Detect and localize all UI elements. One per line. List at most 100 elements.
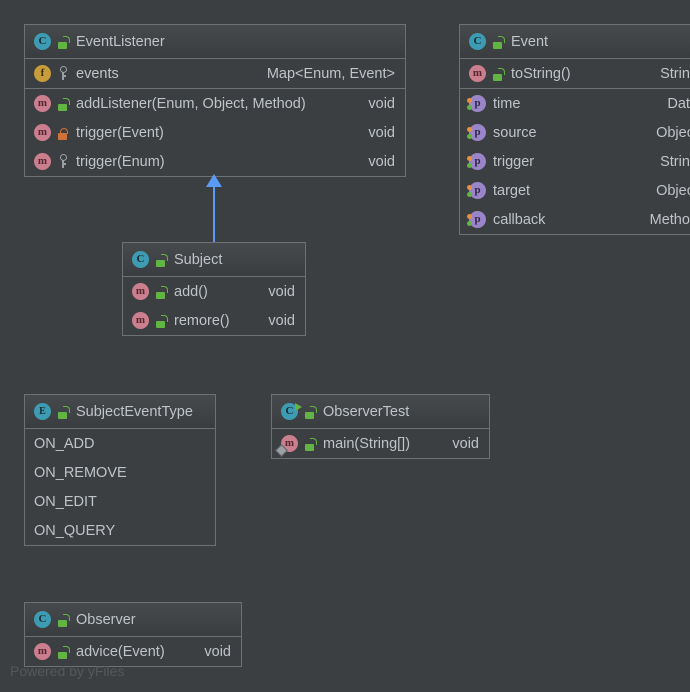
method-row-addlistener[interactable]: m addListener(Enum, Object, Method) void	[25, 89, 405, 118]
method-row-tostring[interactable]: m toString() String	[460, 59, 690, 88]
enum-constant-row[interactable]: ON_ADD	[25, 429, 215, 458]
method-icon: m	[132, 312, 149, 329]
field-icon: f	[34, 65, 51, 82]
method-name: add()	[174, 284, 208, 300]
class-box-subject[interactable]: C Subject m add() void m remore()	[122, 242, 306, 336]
field-type: Map<Enum, Event>	[253, 66, 395, 82]
fields-section-eventlistener: f events Map<Enum, Event>	[25, 59, 405, 88]
class-name-observer: Observer	[76, 612, 136, 628]
methods-section-eventlistener: m addListener(Enum, Object, Method) void…	[25, 88, 405, 176]
property-row-target[interactable]: p target Object	[460, 176, 690, 205]
class-header-eventlistener: C EventListener	[25, 25, 405, 59]
method-row-advice[interactable]: m advice(Event) void	[25, 637, 241, 666]
class-box-observer[interactable]: C Observer m advice(Event) void	[24, 602, 242, 667]
method-name: remore()	[174, 313, 230, 329]
method-return-type: void	[354, 154, 395, 170]
property-row-source[interactable]: p source Object	[460, 118, 690, 147]
yfiles-watermark: Powered by yFiles	[10, 663, 124, 679]
enum-box-subjecteventtype[interactable]: E SubjectEventType ON_ADD ON_REMOVE ON_E…	[24, 394, 216, 546]
method-return-type: void	[354, 125, 395, 141]
method-return-type: void	[438, 436, 479, 452]
method-return-type: void	[354, 96, 395, 112]
public-lock-icon	[155, 313, 167, 328]
enum-constant-row[interactable]: ON_EDIT	[25, 487, 215, 516]
properties-section-event: p time Date p source Object p trigger	[460, 88, 690, 234]
property-icon: p	[469, 124, 486, 141]
method-row-add[interactable]: m add() void	[123, 277, 305, 306]
property-type: Method	[636, 212, 690, 228]
method-name: trigger(Event)	[76, 125, 164, 141]
class-name-subject: Subject	[174, 252, 222, 268]
class-box-event[interactable]: C Event m toString() String p	[459, 24, 690, 235]
method-icon: m	[281, 435, 298, 452]
class-name-event: Event	[511, 34, 548, 50]
class-box-eventlistener[interactable]: C EventListener f events Map<Enum, Event…	[24, 24, 406, 177]
class-icon: C	[132, 251, 149, 268]
enum-constant-name: ON_EDIT	[34, 494, 97, 510]
public-lock-icon	[57, 34, 69, 49]
property-row-callback[interactable]: p callback Method	[460, 205, 690, 234]
runnable-class-icon: C	[281, 403, 298, 420]
class-header-observer: C Observer	[25, 603, 241, 637]
enum-name-subjecteventtype: SubjectEventType	[76, 404, 193, 420]
method-icon: m	[34, 643, 51, 660]
method-name: trigger(Enum)	[76, 154, 165, 170]
class-icon: C	[34, 611, 51, 628]
method-return-type: void	[254, 284, 295, 300]
method-return-type: void	[254, 313, 295, 329]
property-name: trigger	[493, 154, 534, 170]
class-name-observertest: ObserverTest	[323, 404, 409, 420]
method-icon: m	[34, 124, 51, 141]
property-type: String	[646, 154, 690, 170]
method-row-trigger-enum[interactable]: m trigger(Enum) void	[25, 147, 405, 176]
property-icon: p	[469, 95, 486, 112]
public-lock-icon	[57, 404, 69, 419]
property-type: Date	[653, 96, 690, 112]
method-row-main[interactable]: m main(String[]) void	[272, 429, 489, 458]
class-box-observertest[interactable]: C ObserverTest m main(String[]) void	[271, 394, 490, 459]
key-icon	[57, 154, 69, 169]
class-header-observertest: C ObserverTest	[272, 395, 489, 429]
generalization-edge-line	[213, 186, 215, 242]
method-row-remore[interactable]: m remore() void	[123, 306, 305, 335]
enum-header-subjecteventtype: E SubjectEventType	[25, 395, 215, 429]
public-lock-icon	[304, 404, 316, 419]
enum-icon: E	[34, 403, 51, 420]
class-header-event: C Event	[460, 25, 690, 59]
enum-constant-name: ON_QUERY	[34, 523, 115, 539]
property-name: target	[493, 183, 530, 199]
method-icon: m	[34, 95, 51, 112]
method-row-trigger-event[interactable]: m trigger(Event) void	[25, 118, 405, 147]
method-return-type: void	[190, 644, 231, 660]
method-icon: m	[469, 65, 486, 82]
generalization-arrow-icon	[206, 174, 222, 187]
public-lock-icon	[492, 66, 504, 81]
enum-constant-name: ON_ADD	[34, 436, 94, 452]
method-name: addListener(Enum, Object, Method)	[76, 96, 306, 112]
property-row-time[interactable]: p time Date	[460, 89, 690, 118]
enum-constant-row[interactable]: ON_QUERY	[25, 516, 215, 545]
enum-constant-row[interactable]: ON_REMOVE	[25, 458, 215, 487]
public-lock-icon	[492, 34, 504, 49]
public-lock-icon	[304, 436, 316, 451]
class-icon: C	[34, 33, 51, 50]
method-icon: m	[34, 153, 51, 170]
field-row-events[interactable]: f events Map<Enum, Event>	[25, 59, 405, 88]
field-name: events	[76, 66, 119, 82]
property-name: time	[493, 96, 520, 112]
class-name-eventlistener: EventListener	[76, 34, 165, 50]
methods-section-event: m toString() String	[460, 59, 690, 88]
method-name: main(String[])	[323, 436, 410, 452]
class-header-subject: C Subject	[123, 243, 305, 277]
methods-section-observertest: m main(String[]) void	[272, 429, 489, 458]
property-type: Object	[642, 183, 690, 199]
class-icon: C	[469, 33, 486, 50]
property-name: source	[493, 125, 537, 141]
property-row-trigger[interactable]: p trigger String	[460, 147, 690, 176]
property-type: Object	[642, 125, 690, 141]
property-name: callback	[493, 212, 545, 228]
public-lock-icon	[57, 612, 69, 627]
methods-section-subject: m add() void m remore() void	[123, 277, 305, 335]
run-triangle-icon	[295, 403, 302, 411]
method-return-type: String	[646, 66, 690, 82]
